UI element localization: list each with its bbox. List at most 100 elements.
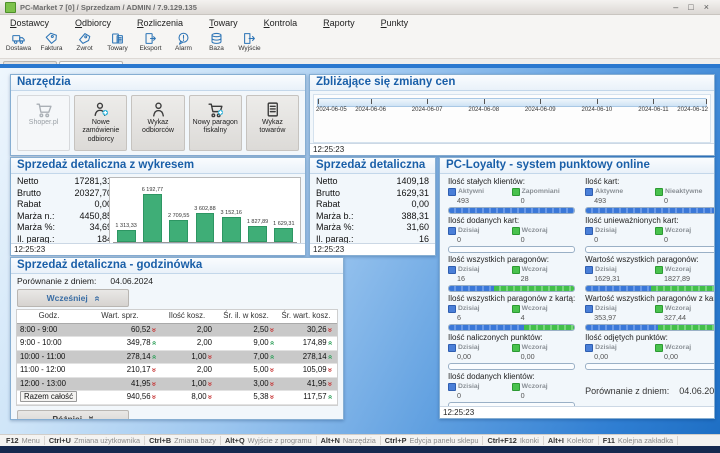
chart-bar-column: 1 629,3105 cze xyxy=(271,180,297,243)
loyalty-section-0: Ilość stałych klientów:Aktywni493Zapomni… xyxy=(448,177,575,214)
earlier-button-label: Wcześniej xyxy=(47,293,88,303)
goods-icon xyxy=(111,32,124,45)
shortcut-hint-8: F11Kolejna zakładka xyxy=(599,436,678,445)
loyalty-section-title: Wartość wszystkich paragonów z kartą: xyxy=(585,294,714,304)
legend-label: Dzisiaj xyxy=(458,265,480,274)
cell-value: 2,00 xyxy=(197,337,212,350)
tool-button-2[interactable]: Wykaz odbiorców xyxy=(131,95,184,151)
chevron-down-icon: « xyxy=(85,416,96,419)
loyalty-section-5: Wartość wszystkich paragonów:Dzisiaj1629… xyxy=(585,255,714,292)
stat-row: Marża n.:4450,85 xyxy=(17,211,112,223)
menu-item-0[interactable]: Dostawcy xyxy=(10,18,49,28)
legend-blue-card-icon xyxy=(448,383,456,391)
toolbar-button-3[interactable]: Towary xyxy=(101,31,134,52)
maximize-button[interactable]: □ xyxy=(688,3,693,12)
panel-retail-chart-title: Sprzedaż detaliczna z wykresem xyxy=(11,158,305,174)
menu-item-1[interactable]: Odbiorcy xyxy=(75,18,111,28)
earlier-button[interactable]: Wcześniej « xyxy=(17,289,129,307)
shortcut-key: Ctrl+U xyxy=(49,436,71,445)
cell-value: 41,95 xyxy=(131,378,151,391)
table-total-row[interactable]: Razem całość940,56«8,00«5,38«117,57« xyxy=(17,391,337,405)
legend-blue-card-icon xyxy=(585,188,593,196)
cell-value: 210,17 xyxy=(127,364,151,377)
tool-button-3[interactable]: Nowy paragon fiskalny xyxy=(189,95,242,151)
hour-cell: 10:00 - 11:00 xyxy=(17,351,81,364)
chart-bar-column: 3 152,1603 cze xyxy=(218,180,244,243)
timeline-tick xyxy=(318,99,319,104)
shortcut-label: Kolektor xyxy=(567,436,594,445)
later-button[interactable]: Później « xyxy=(17,410,129,420)
stat-value: 31,60 xyxy=(406,222,429,234)
cell-value: 60,52 xyxy=(131,324,151,337)
timeline-tick xyxy=(540,99,541,104)
shortcut-hint-4: Alt+NNarzędzia xyxy=(317,436,381,445)
toolbar-button-2[interactable]: Zwrot xyxy=(68,31,101,52)
chart-bar xyxy=(222,217,241,242)
toolbar-button-4[interactable]: Eksport xyxy=(134,31,167,52)
menu-item-2[interactable]: Rozliczenia xyxy=(137,18,183,28)
chart-bar-value: 3 152,16 xyxy=(221,210,242,216)
loyalty-section-title: Ilość stałych klientów: xyxy=(448,177,575,187)
shortcut-label: Zmiana użytkownika xyxy=(74,436,140,445)
legend-label: Wczoraj xyxy=(522,382,548,391)
value-cell: 7,00« xyxy=(215,351,277,364)
legend-green-card-icon xyxy=(655,305,663,313)
menu-item-3[interactable]: Towary xyxy=(209,18,238,28)
export-icon xyxy=(144,32,157,45)
cell-value: 2,00 xyxy=(197,364,212,377)
tool-button-0[interactable]: Shoper.pl xyxy=(17,95,70,151)
legend-value: 1827,89 xyxy=(664,274,714,283)
stat-row: Netto1409,18 xyxy=(316,176,429,188)
toolbar-button-0[interactable]: Dostawa xyxy=(2,31,35,52)
value-cell: 2,50« xyxy=(215,324,277,337)
toolbar: DostawaFakturaZwrotTowaryEksportAlarm Baz… xyxy=(0,30,720,59)
shop-panel-desktop: Narzędzia Shoper.plNowe zamówienie odbio… xyxy=(0,64,720,435)
exit-icon xyxy=(243,32,256,45)
value-cell: 174,89« xyxy=(277,337,335,350)
stat-label: Marża %: xyxy=(316,222,354,234)
value-cell: 41,95« xyxy=(81,378,159,391)
timeline-bar xyxy=(317,98,707,107)
loyalty-progress-bar xyxy=(585,207,714,214)
trend-down-icon: « xyxy=(326,382,334,386)
legend-blue-card-icon xyxy=(585,344,593,352)
timeline-date: 2024-06-06 xyxy=(355,107,386,113)
panel-tools-title: Narzędzia xyxy=(11,75,305,91)
value-cell: 41,95« xyxy=(277,378,335,391)
menu-item-4[interactable]: Kontrola xyxy=(264,18,298,28)
value-cell: 30,26« xyxy=(277,324,335,337)
goods-list-icon xyxy=(264,101,281,118)
stat-row: Il. parag.:184 xyxy=(17,234,112,243)
title-bar: PC-Market 7 [0] / Sprzedzam / ADMIN / 7.… xyxy=(0,0,720,15)
close-button[interactable]: × xyxy=(704,3,709,12)
trend-down-icon: « xyxy=(150,368,158,372)
tool-button-label: Wykaz towarów xyxy=(249,119,296,136)
chart-bar-value: 1 827,89 xyxy=(247,219,268,225)
truck-icon xyxy=(12,32,25,45)
customers-icon xyxy=(150,101,167,118)
panel-price-changes-title: Zbliżające się zmiany cen xyxy=(310,75,714,91)
toolbar-button-1[interactable]: Faktura xyxy=(35,31,68,52)
panel-retail-title: Sprzedaż detaliczna xyxy=(310,158,435,174)
tool-button-1[interactable]: Nowe zamówienie odbiorcy xyxy=(74,95,127,151)
toolbar-button-label: Baza xyxy=(209,45,224,52)
toolbar-button-6[interactable]: Baza xyxy=(200,31,233,52)
chart-bar-value: 1 313,33 xyxy=(115,223,136,229)
menu-item-5[interactable]: Raporty xyxy=(323,18,355,28)
timeline-date: 2024-06-08 xyxy=(468,107,499,113)
stat-label: Rabat xyxy=(316,199,340,211)
toolbar-button-7[interactable]: Wyjście xyxy=(233,31,266,52)
hour-label: Razem całość xyxy=(20,391,77,402)
panel-timestamp: 12:25:23 xyxy=(310,243,435,255)
legend-value: 28 xyxy=(521,274,576,283)
new-receipt-cart-icon xyxy=(207,101,224,118)
tool-button-4[interactable]: Wykaz towarów xyxy=(246,95,299,151)
value-cell: 5,00« xyxy=(215,364,277,377)
chart-bar-value: 3 602,88 xyxy=(194,206,215,212)
loyalty-section-title: Wartość wszystkich paragonów: xyxy=(585,255,714,265)
minimize-button[interactable]: – xyxy=(673,3,678,12)
loyalty-section-title: Ilość dodanych klientów: xyxy=(448,372,575,382)
menu-item-6[interactable]: Punkty xyxy=(381,18,409,28)
toolbar-button-5[interactable]: Alarm xyxy=(167,31,200,52)
new-customer-order-icon xyxy=(92,101,109,118)
